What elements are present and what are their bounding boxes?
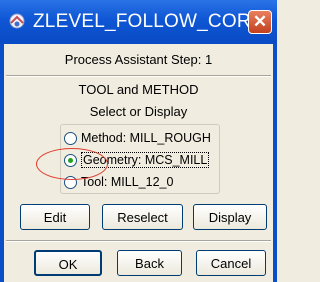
ok-button[interactable]: OK (34, 250, 102, 276)
close-icon: ✕ (252, 12, 268, 31)
option-label: Tool: MILL_12_0 (81, 175, 174, 189)
edit-button[interactable]: Edit (20, 204, 90, 230)
option-method[interactable]: Method: MILL_ROUGH (64, 129, 211, 147)
cancel-button[interactable]: Cancel (196, 250, 266, 276)
title-bar: ZLEVEL_FOLLOW_CORE ✕ (0, 0, 277, 44)
divider (6, 240, 271, 242)
window-title: ZLEVEL_FOLLOW_CORE (33, 11, 264, 32)
annotation-ellipse (36, 148, 108, 180)
section-subheading: Select or Display (89, 104, 188, 119)
back-button[interactable]: Back (117, 250, 182, 276)
window-frame-right (273, 44, 277, 282)
divider (6, 75, 271, 77)
app-icon (9, 13, 25, 29)
reselect-button[interactable]: Reselect (102, 204, 183, 230)
step-label: Process Assistant Step: 1 (64, 52, 213, 67)
display-button[interactable]: Display (193, 204, 267, 230)
option-label: Method: MILL_ROUGH (81, 131, 211, 145)
section-heading: TOOL and METHOD (78, 82, 199, 97)
close-button[interactable]: ✕ (248, 10, 272, 34)
radio-button[interactable] (64, 131, 77, 145)
